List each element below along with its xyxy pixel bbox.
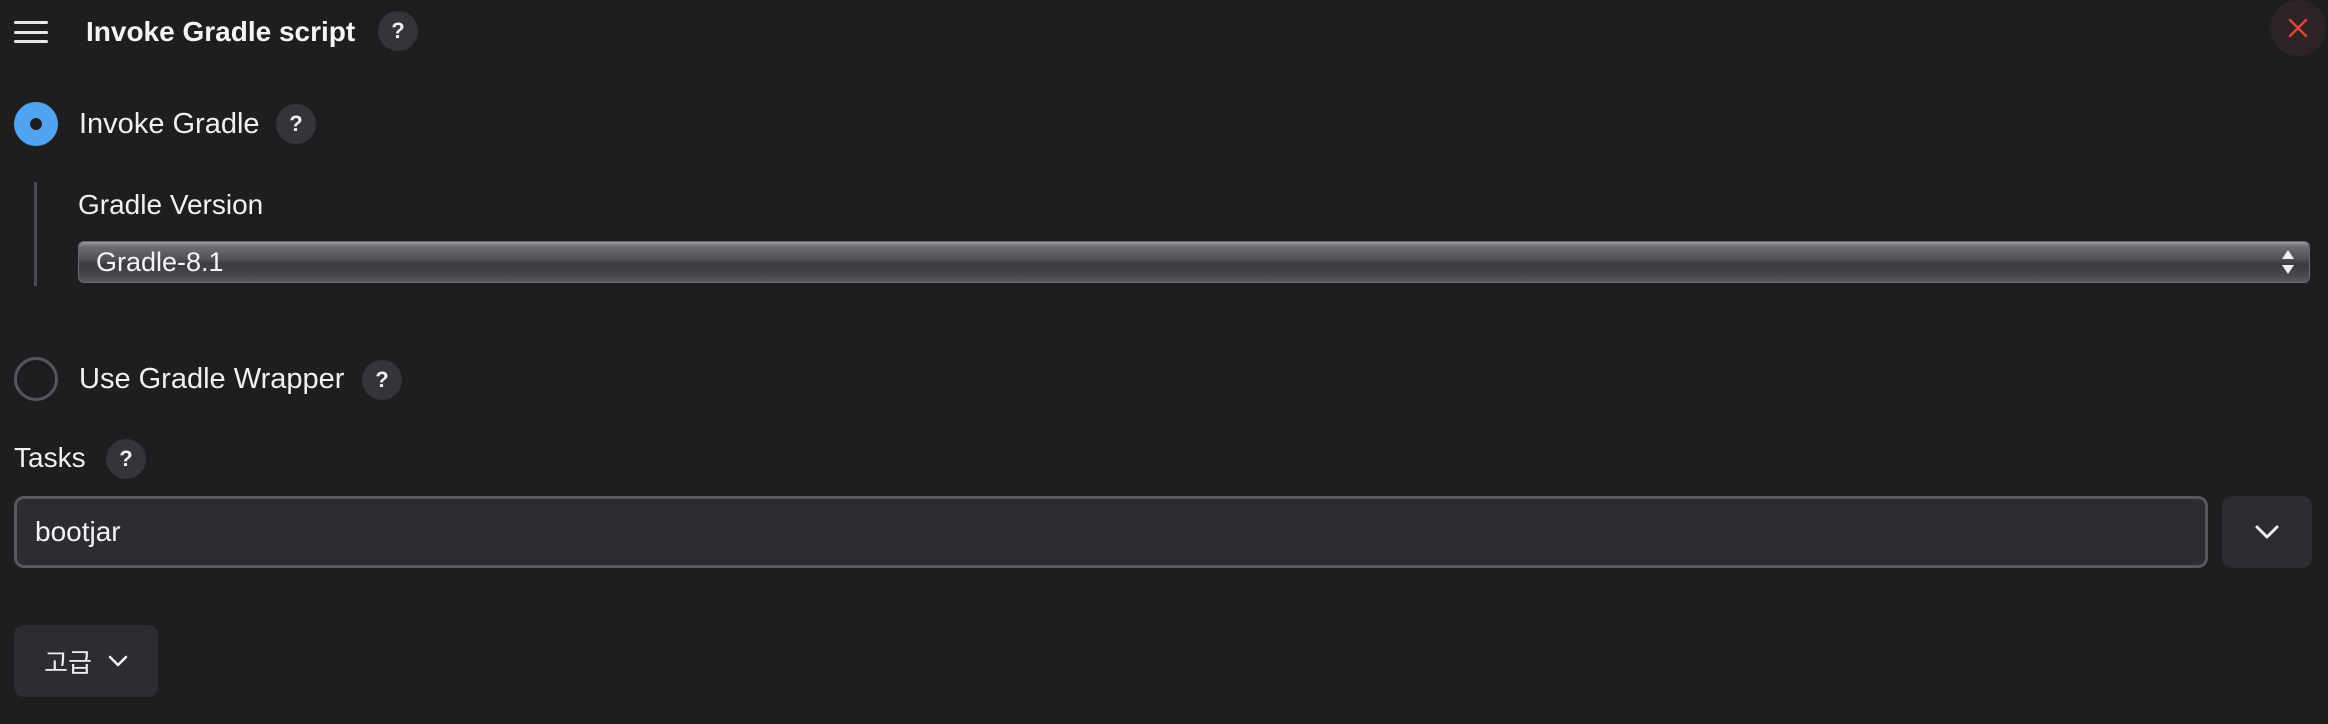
gradle-build-step: Invoke Gradle script ? Invoke Gradle ? G… [0, 0, 2328, 724]
gradle-wrapper-help-button[interactable]: ? [362, 360, 402, 400]
invoke-gradle-help-button[interactable]: ? [276, 104, 316, 144]
advanced-button[interactable]: 고급 [14, 625, 158, 697]
gradle-wrapper-label: Use Gradle Wrapper [79, 362, 345, 395]
step-help-button[interactable]: ? [378, 11, 418, 51]
gradle-wrapper-radio[interactable] [14, 357, 58, 401]
tasks-help-button[interactable]: ? [106, 439, 146, 479]
close-icon [2288, 18, 2308, 38]
tasks-label: Tasks [14, 442, 86, 473]
advanced-label: 고급 [44, 647, 92, 678]
close-button[interactable] [2270, 0, 2326, 56]
tasks-input[interactable] [14, 496, 2208, 568]
step-title: Invoke Gradle script [86, 16, 356, 47]
chevron-down-icon [2255, 525, 2279, 539]
invoke-gradle-radio-row[interactable]: Invoke Gradle [14, 102, 260, 146]
nested-section-indicator [34, 182, 37, 286]
invoke-gradle-label: Invoke Gradle [79, 107, 260, 140]
gradle-version-select[interactable]: Gradle-8.1 [78, 241, 2310, 283]
tasks-expand-button[interactable] [2222, 496, 2312, 568]
gradle-version-label: Gradle Version [78, 189, 264, 220]
gradle-version-value: Gradle-8.1 [96, 246, 224, 277]
gradle-wrapper-radio-row[interactable]: Use Gradle Wrapper [14, 357, 344, 401]
invoke-gradle-radio[interactable] [14, 102, 58, 146]
chevron-down-icon [108, 655, 128, 667]
select-arrows-icon [2277, 248, 2299, 276]
hamburger-icon[interactable] [14, 21, 48, 43]
